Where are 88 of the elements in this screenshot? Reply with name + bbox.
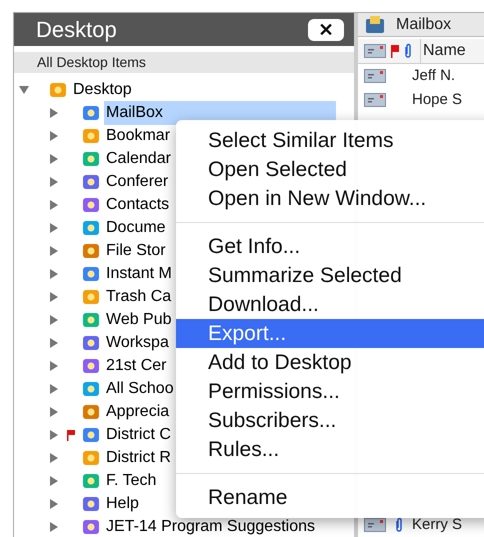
collapsed-triangle-icon[interactable] (49, 476, 59, 486)
tree-item[interactable]: Bookmar (104, 124, 170, 148)
menu-item[interactable]: Export... (176, 319, 484, 348)
menu-item[interactable]: Add to Desktop (176, 348, 484, 377)
tree-item[interactable]: Help (104, 492, 139, 516)
menu-item[interactable]: Rename (176, 483, 484, 512)
tree-item[interactable]: File Stor (104, 238, 166, 262)
tree-item[interactable]: Conferer (104, 170, 168, 194)
tree-item[interactable]: Web Pub (104, 308, 172, 332)
collapsed-triangle-icon[interactable] (49, 498, 59, 508)
expanded-triangle-icon[interactable] (19, 84, 29, 94)
paperclip-icon (404, 43, 412, 59)
sender-name: Jeff N. (412, 66, 456, 86)
collapsed-triangle-icon[interactable] (49, 314, 59, 324)
collapsed-triangle-icon[interactable] (49, 268, 59, 278)
app-icon (82, 126, 100, 144)
menu-item[interactable]: Open in New Window... (176, 184, 484, 213)
menu-item[interactable]: Select Similar Items (176, 126, 484, 155)
app-icon (82, 380, 100, 398)
menu-item[interactable]: Rules... (176, 435, 484, 464)
collapsed-triangle-icon[interactable] (49, 246, 59, 256)
app-icon (82, 448, 100, 466)
menu-item[interactable]: Open Selected (176, 155, 484, 184)
tree-item[interactable]: 21st Cer (104, 354, 166, 378)
collapsed-triangle-icon[interactable] (49, 384, 59, 394)
tree-item[interactable]: Docume (104, 216, 166, 240)
app-icon (82, 288, 100, 306)
tree-item[interactable]: JET-14 Program Suggestions (104, 514, 315, 537)
sender-name: Kerry S (412, 514, 462, 535)
app-icon (82, 242, 100, 260)
collapsed-triangle-icon[interactable] (49, 452, 59, 462)
menu-item[interactable]: Summarize Selected (176, 261, 484, 290)
mailbox-title: Mailbox (396, 14, 452, 34)
column-name[interactable]: Name (420, 39, 466, 63)
tree-item[interactable]: Calendar (104, 146, 171, 170)
envelope-icon (364, 44, 386, 58)
collapsed-triangle-icon[interactable] (49, 406, 59, 416)
app-icon (82, 402, 100, 420)
app-icon (82, 218, 100, 236)
collapsed-triangle-icon[interactable] (49, 176, 59, 186)
app-icon (82, 494, 100, 512)
collapsed-triangle-icon[interactable] (49, 130, 59, 140)
paperclip-icon (395, 517, 403, 533)
tree-item[interactable]: District C (104, 422, 171, 446)
tree-item[interactable]: All Schoo (104, 376, 174, 400)
filter-label: All Desktop Items (37, 53, 146, 72)
flag-icon (390, 44, 400, 58)
app-icon (82, 264, 100, 282)
collapsed-triangle-icon[interactable] (49, 154, 59, 164)
tree-item[interactable]: District R (104, 446, 171, 470)
tree-item[interactable]: Apprecia (104, 400, 170, 424)
menu-item[interactable]: Get Info... (176, 232, 484, 261)
app-icon (82, 472, 100, 490)
tree-item[interactable]: Desktop (71, 78, 134, 102)
flag-icon (66, 428, 76, 440)
sender-name: Hope S (412, 90, 462, 110)
envelope-icon (364, 518, 386, 532)
collapsed-triangle-icon[interactable] (49, 200, 59, 210)
app-icon (82, 518, 100, 536)
tree-item[interactable]: F. Tech (104, 468, 156, 492)
app-icon (82, 172, 100, 190)
app-icon (82, 104, 100, 122)
app-icon (49, 80, 67, 98)
app-icon (82, 310, 100, 328)
menu-item[interactable]: Subscribers... (176, 406, 484, 435)
tree-item[interactable]: Instant M (104, 262, 172, 286)
mailbox-icon (364, 14, 386, 34)
tree-item[interactable]: Contacts (104, 192, 170, 216)
menu-item[interactable]: Permissions... (176, 377, 484, 406)
collapsed-triangle-icon[interactable] (49, 522, 59, 532)
tree-item[interactable]: Trash Ca (104, 284, 172, 308)
collapsed-triangle-icon[interactable] (49, 430, 59, 440)
collapsed-triangle-icon[interactable] (49, 108, 59, 118)
collapsed-triangle-icon[interactable] (49, 222, 59, 232)
close-button[interactable]: ✕ (308, 18, 344, 40)
collapsed-triangle-icon[interactable] (49, 338, 59, 348)
collapsed-triangle-icon[interactable] (49, 360, 59, 370)
app-icon (82, 196, 100, 214)
app-icon (82, 426, 100, 444)
app-icon (82, 150, 100, 168)
collapsed-triangle-icon[interactable] (49, 292, 59, 302)
tree-item[interactable]: Workspa (104, 330, 169, 354)
app-icon (82, 356, 100, 374)
envelope-icon (364, 93, 386, 107)
app-icon (82, 334, 100, 352)
sidebar-title: Desktop (36, 16, 117, 44)
envelope-icon (364, 69, 386, 83)
menu-item[interactable]: Download... (176, 290, 484, 319)
